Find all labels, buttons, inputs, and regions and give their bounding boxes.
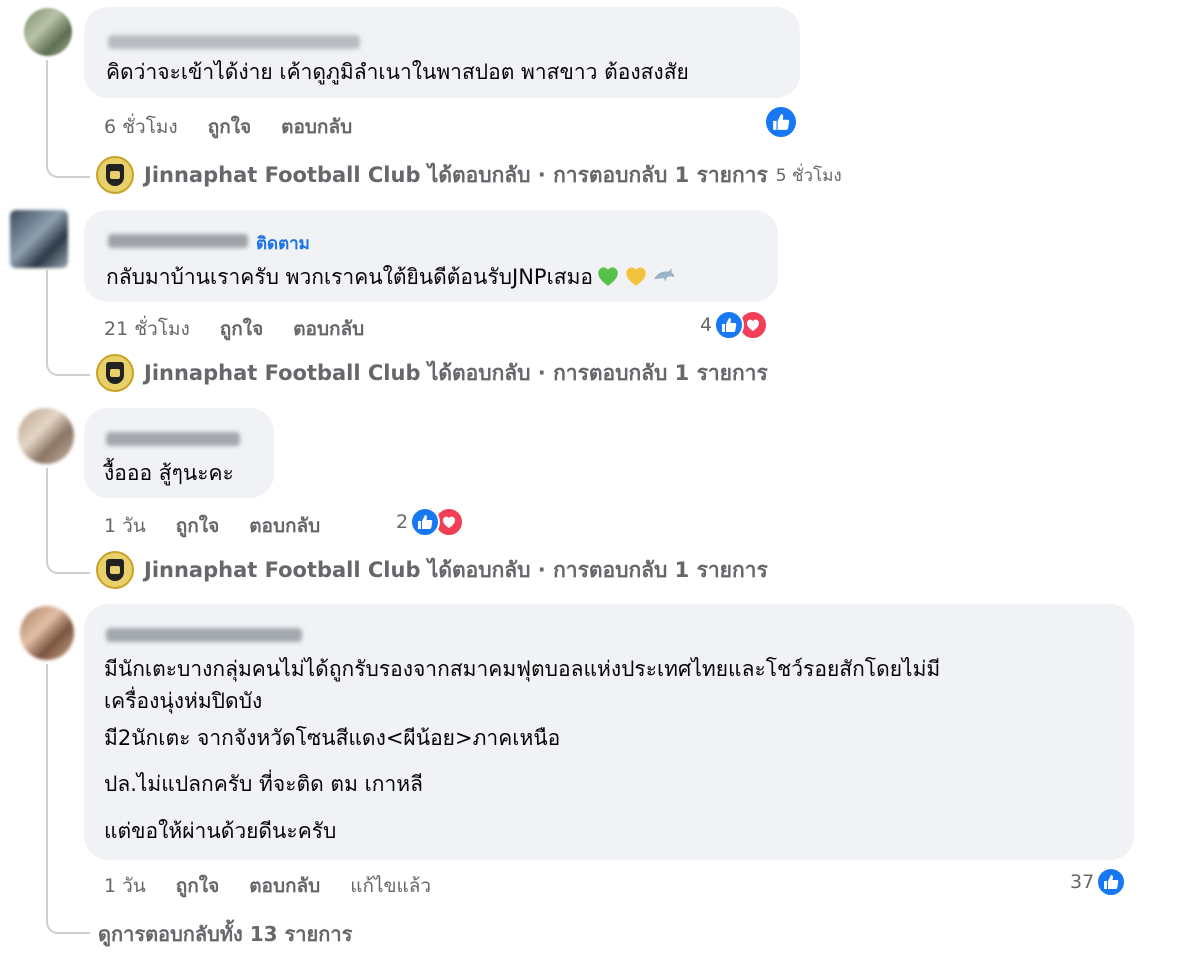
page-reply-summary[interactable]: Jinnaphat Football Club ได้ตอบกลับ · การ…: [96, 353, 768, 393]
dolphin-emoji: [651, 263, 677, 289]
yellow-heart-emoji: [623, 263, 649, 289]
thread-line: [46, 900, 90, 934]
commenter-avatar[interactable]: [20, 606, 74, 660]
reaction-count: 4: [700, 314, 713, 336]
commenter-name-blurred[interactable]: [108, 35, 360, 49]
reply-time: 5 ชั่วโมง: [775, 165, 842, 186]
comment-bubble: คิดว่าจะเข้าได้ง่าย เค้าดูภูมิลำเนาในพาส…: [84, 7, 800, 98]
comment-text-line: แต่ขอให้ผ่านด้วยดีนะครับ: [104, 819, 337, 843]
comment-text: กลับมาบ้านเราครับ พวกเราคนใต้ยินดีต้อนรั…: [106, 263, 677, 290]
like-action[interactable]: ถูกใจ: [220, 318, 263, 340]
comment-bubble: งื้อออ สู้ๆนะคะ: [84, 408, 274, 498]
comment-time[interactable]: 21 ชั่วโมง: [104, 318, 190, 340]
like-action[interactable]: ถูกใจ: [176, 875, 219, 897]
commenter-avatar[interactable]: [18, 408, 74, 464]
thread-line: [46, 270, 90, 376]
reply-action[interactable]: ตอบกลับ: [249, 875, 320, 897]
like-reaction-icon: [764, 105, 798, 139]
page-avatar: [96, 551, 134, 589]
reaction-count: 37: [1070, 871, 1095, 893]
comment-time[interactable]: 1 วัน: [104, 875, 146, 897]
commenter-avatar[interactable]: [10, 210, 68, 268]
reaction-count: 2: [396, 511, 409, 533]
comment-actions: 1 วัน ถูกใจ ตอบกลับ: [104, 511, 350, 541]
reaction-summary[interactable]: 4: [700, 310, 769, 340]
page-avatar: [96, 156, 134, 194]
green-heart-emoji: [595, 263, 621, 289]
reply-action[interactable]: ตอบกลับ: [249, 515, 320, 537]
commenter-name-blurred[interactable]: [106, 628, 302, 642]
page-reply-summary[interactable]: Jinnaphat Football Club ได้ตอบกลับ · การ…: [96, 155, 842, 195]
edited-label: แก้ไขแล้ว: [350, 875, 432, 897]
comment-text: งื้อออ สู้ๆนะคะ: [104, 461, 234, 485]
reaction-summary[interactable]: [764, 105, 798, 139]
comment-text-line: มีนักเตะบางกลุ่มคนไม่ได้ถูกรับรองจากสมาค…: [104, 657, 941, 681]
commenter-name-blurred[interactable]: [106, 432, 240, 446]
comment-time[interactable]: 1 วัน: [104, 515, 146, 537]
comment-text-line: มี2นักเตะ จากจังหวัดโซนสีแดง<ผีน้อย>ภาคเ…: [104, 726, 561, 750]
reply-action[interactable]: ตอบกลับ: [293, 318, 364, 340]
thread-line: [46, 468, 90, 574]
comment-bubble: มีนักเตะบางกลุ่มคนไม่ได้ถูกรับรองจากสมาค…: [84, 604, 1134, 860]
reaction-summary[interactable]: 2: [396, 507, 465, 537]
like-action[interactable]: ถูกใจ: [208, 116, 251, 138]
commenter-avatar[interactable]: [24, 8, 72, 56]
like-reaction-icon: [714, 310, 745, 340]
comment-time[interactable]: 6 ชั่วโมง: [104, 116, 178, 138]
page-reply-summary[interactable]: Jinnaphat Football Club ได้ตอบกลับ · การ…: [96, 550, 768, 590]
page-avatar: [96, 354, 134, 392]
comment-bubble: ติดตาม กลับมาบ้านเราครับ พวกเราคนใต้ยินด…: [84, 210, 778, 302]
commenter-name-blurred[interactable]: [108, 234, 248, 248]
comment-text-line: เครื่องนุ่งห่มปิดบัง: [104, 689, 263, 713]
like-action[interactable]: ถูกใจ: [176, 515, 219, 537]
comment-actions: 6 ชั่วโมง ถูกใจ ตอบกลับ: [104, 112, 382, 142]
reply-action[interactable]: ตอบกลับ: [281, 116, 352, 138]
comment-actions: 21 ชั่วโมง ถูกใจ ตอบกลับ: [104, 314, 394, 344]
comment-text: คิดว่าจะเข้าได้ง่าย เค้าดูภูมิลำเนาในพาส…: [106, 60, 689, 84]
follow-button[interactable]: ติดตาม: [256, 230, 310, 257]
like-reaction-icon: [1096, 867, 1127, 897]
comment-text-line: ปล.ไม่แปลกครับ ที่จะติด ตม เกาหลี: [104, 772, 423, 796]
comment-actions: 1 วัน ถูกใจ ตอบกลับ แก้ไขแล้ว: [104, 871, 461, 901]
like-reaction-icon: [410, 507, 441, 537]
view-all-replies-link[interactable]: ดูการตอบกลับทั้ง 13 รายการ: [98, 918, 352, 950]
reaction-summary[interactable]: 37: [1070, 867, 1127, 897]
